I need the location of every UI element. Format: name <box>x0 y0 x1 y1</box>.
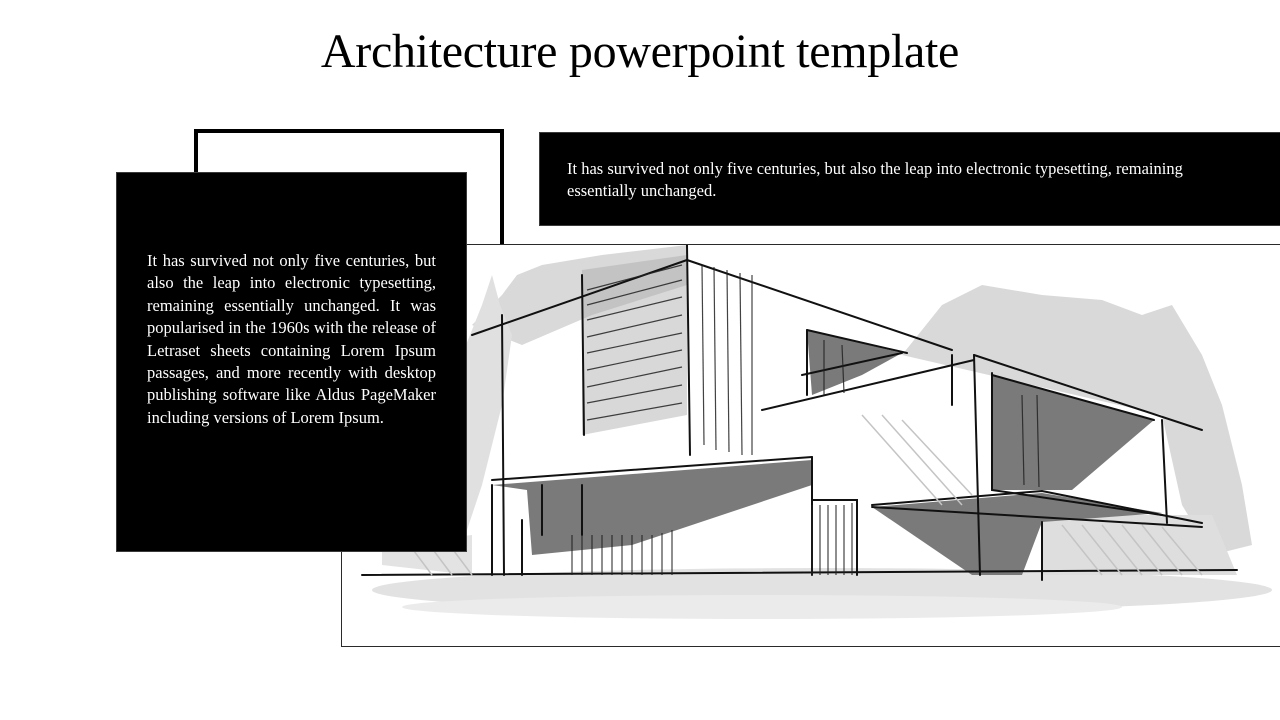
top-bar-text: It has survived not only five centuries,… <box>567 159 1183 200</box>
house-sketch-icon <box>361 245 1272 619</box>
top-text-bar: It has survived not only five centuries,… <box>539 132 1280 226</box>
left-text-box: It has survived not only five centuries,… <box>116 172 467 552</box>
architecture-sketch-image <box>341 244 1280 647</box>
left-box-text: It has survived not only five centuries,… <box>147 251 436 427</box>
slide-title: Architecture powerpoint template <box>320 25 960 78</box>
